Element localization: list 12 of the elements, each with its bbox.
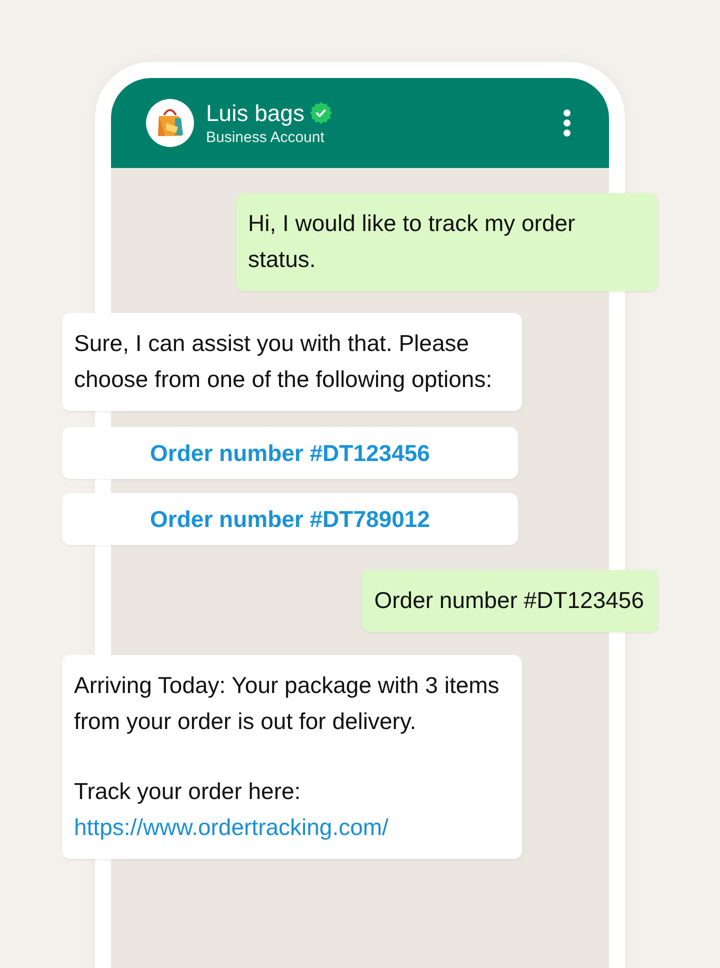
account-type: Business Account bbox=[206, 129, 326, 147]
option-button[interactable]: Order number #DT123456 bbox=[62, 427, 518, 479]
message-text: Hi, I would like to track my order status. bbox=[248, 209, 576, 274]
message-text: Sure, I can assist you with that. Please choose from one of the following options: bbox=[74, 329, 494, 394]
message-text: Track your order here: bbox=[74, 777, 302, 806]
option-button[interactable]: Order number #DT789012 bbox=[62, 493, 518, 545]
avatar-icon bbox=[146, 99, 194, 147]
message-text: Order number #DT123456 bbox=[374, 586, 644, 615]
business-name: Luis bags bbox=[206, 99, 304, 127]
tracking-link[interactable]: https://www.ordertracking.com/ bbox=[74, 809, 508, 845]
menu-icon[interactable] bbox=[563, 109, 571, 137]
message-text: Arriving Today: Your package with 3 items from your order is out for delivery. bbox=[74, 671, 500, 736]
